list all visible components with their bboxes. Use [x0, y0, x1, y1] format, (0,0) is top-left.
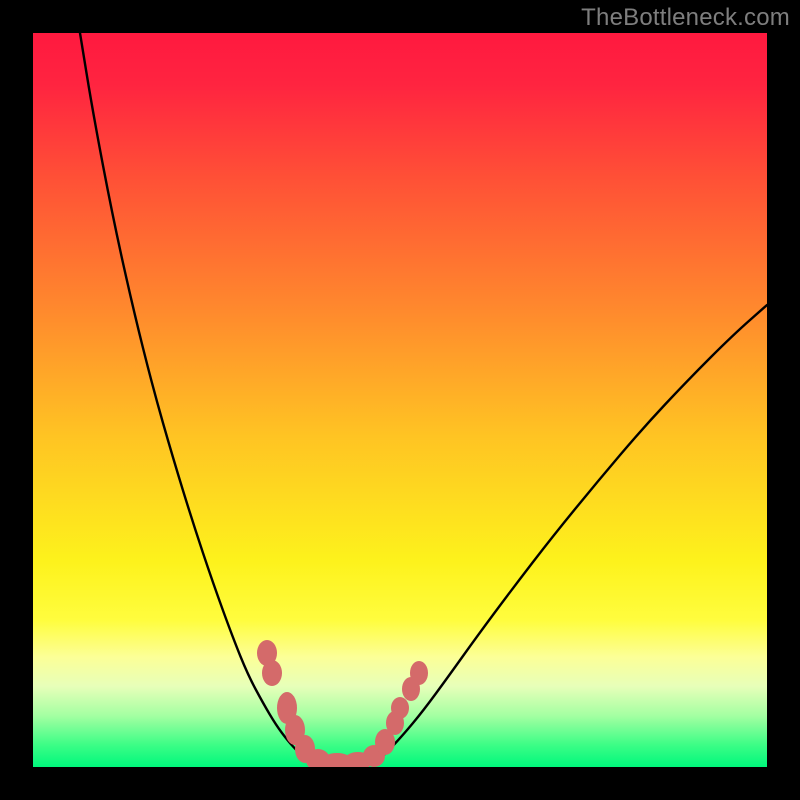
- markers: [257, 640, 428, 767]
- curves-layer: [33, 33, 767, 767]
- chart-frame: TheBottleneck.com: [0, 0, 800, 800]
- marker-point: [410, 661, 428, 685]
- plot-area: [33, 33, 767, 767]
- marker-point: [262, 660, 282, 686]
- right-curve: [375, 305, 767, 763]
- marker-point: [391, 697, 409, 719]
- watermark-text: TheBottleneck.com: [581, 4, 790, 32]
